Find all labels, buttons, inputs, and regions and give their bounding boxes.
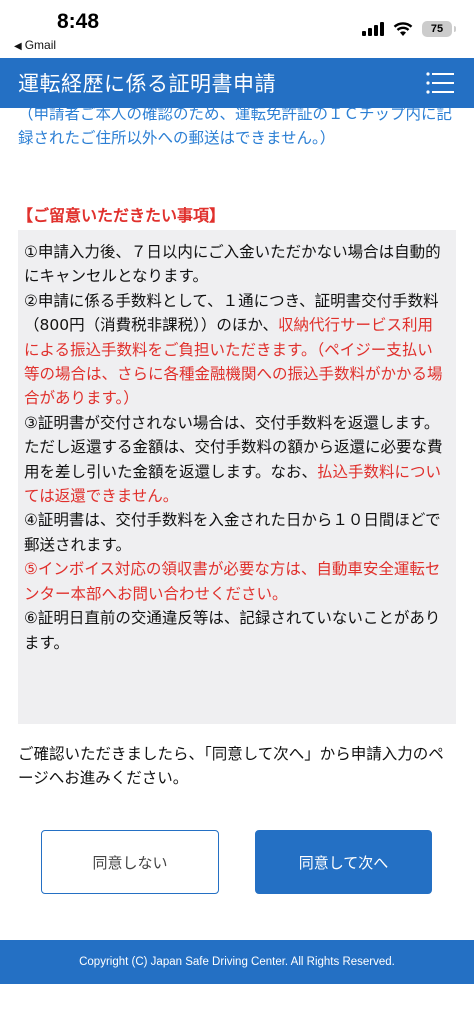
status-bar: 8:48 ◀ Gmail 75 xyxy=(0,0,474,58)
notice-box: ①申請入力後、７日以内にご入金いただかない場合は自動的にキャンセルとなります。 … xyxy=(18,230,456,724)
status-time: 8:48 xyxy=(57,10,100,33)
notice-item-1: ①申請入力後、７日以内にご入金いただかない場合は自動的にキャンセルとなります。 xyxy=(24,243,441,286)
notice-item-3: ③証明書が交付されない場合は、交付手数料を返還します。ただし返還する金額は、交付… xyxy=(24,413,443,506)
hamburger-menu-icon xyxy=(426,72,454,94)
menu-button[interactable] xyxy=(426,71,454,95)
notice-item-2: ②申請に係る手数料として、１通につき、証明書交付手数料（800円（消費税非課税）… xyxy=(24,291,443,408)
notice-heading: 【ご留意いただきたい事項】 xyxy=(17,206,226,225)
page-title: 運転経歴に係る証明書申請 xyxy=(18,72,276,96)
back-triangle-icon: ◀ xyxy=(14,41,22,52)
back-app-label: Gmail xyxy=(24,38,57,52)
disagree-button[interactable]: 同意しない xyxy=(41,830,219,894)
app-header: 運転経歴に係る証明書申請 xyxy=(0,58,474,108)
notice-item-6: ⑥証明日直前の交通違反等は、記録されていないことがあります。 xyxy=(24,609,441,652)
cellular-signal-icon xyxy=(362,22,384,36)
battery-icon: 75 xyxy=(422,21,456,37)
address-restriction-note: （申請者ご本人の確認のため、運転免許証のＩＣチップ内に記録されたご住所以外への郵… xyxy=(18,108,453,147)
battery-level: 75 xyxy=(430,23,444,35)
notice-item-4: ④証明書は、交付手数料を入金された日から１０日間ほどで郵送されます。 xyxy=(24,511,441,554)
status-icons: 75 xyxy=(362,19,456,39)
notice-item-5: ⑤インボイス対応の領収書が必要な方は、自動車安全運転センター本部へお問い合わせく… xyxy=(24,560,441,603)
agree-next-button[interactable]: 同意して次へ xyxy=(255,830,432,894)
copyright-text: Copyright (C) Japan Safe Driving Center.… xyxy=(79,956,395,968)
main-content[interactable]: （申請者ご本人の確認のため、運転免許証のＩＣチップ内に記録されたご住所以外への郵… xyxy=(0,108,474,940)
wifi-icon xyxy=(393,21,413,36)
browser-bottom-area xyxy=(0,984,474,1024)
confirm-instruction: ご確認いただきましたら、「同意して次へ」から申請入力のページへお進みください。 xyxy=(18,745,444,787)
back-to-app-link[interactable]: ◀ Gmail xyxy=(14,38,56,52)
footer: Copyright (C) Japan Safe Driving Center.… xyxy=(0,940,474,984)
